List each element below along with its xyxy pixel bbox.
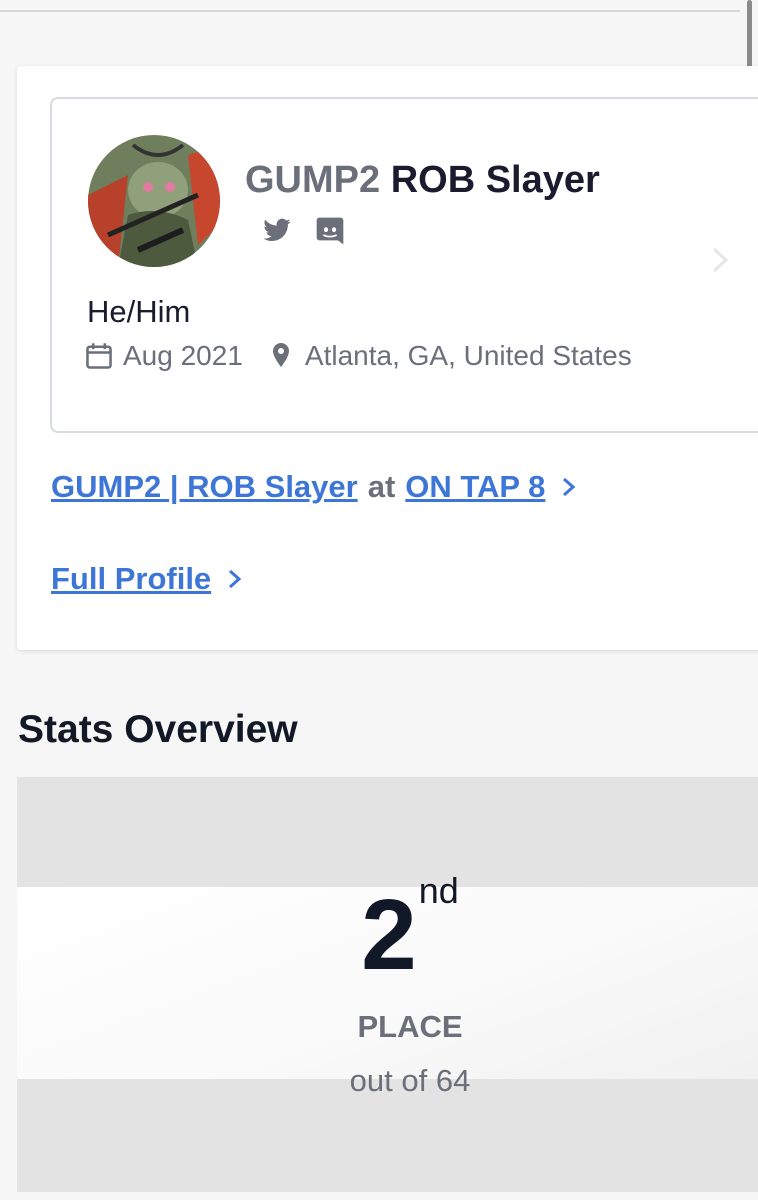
pronouns: He/Him bbox=[87, 294, 191, 329]
chevron-right-icon bbox=[712, 247, 729, 273]
chevron-right-icon bbox=[229, 569, 242, 589]
calendar-icon bbox=[86, 343, 112, 369]
player-card[interactable]: GUMP2 ROB Slayer He/Him Aug 2021 Atlanta… bbox=[50, 97, 758, 433]
location: Atlanta, GA, United States bbox=[304, 340, 632, 371]
placement-suffix: nd bbox=[418, 870, 459, 911]
full-profile-link-row[interactable]: Full Profile bbox=[51, 561, 245, 597]
tournament-link-row[interactable]: GUMP2 | ROB Slayer at ON TAP 8 bbox=[51, 469, 579, 505]
stats-overview-title: Stats Overview bbox=[18, 708, 298, 751]
profile-card: GUMP2 ROB Slayer He/Him Aug 2021 Atlanta… bbox=[17, 66, 758, 650]
placement-out-of: out of 64 bbox=[349, 1063, 471, 1098]
player-entry-link[interactable]: GUMP2 | ROB Slayer bbox=[51, 469, 358, 505]
twitter-icon[interactable] bbox=[262, 215, 294, 247]
event-link[interactable]: ON TAP 8 bbox=[405, 469, 545, 505]
player-name: GUMP2 ROB Slayer bbox=[245, 159, 600, 202]
sponsor-prefix: GUMP2 bbox=[245, 159, 381, 201]
top-divider bbox=[0, 10, 740, 12]
profile-meta: Aug 2021 Atlanta, GA, United States bbox=[85, 340, 632, 372]
gamertag: ROB Slayer bbox=[390, 159, 600, 201]
location-pin-icon bbox=[272, 343, 289, 367]
placement-number: 2nd bbox=[17, 873, 758, 986]
placement-value: 2 bbox=[361, 879, 417, 991]
chevron-right-icon bbox=[563, 477, 576, 497]
placement-card[interactable]: 2nd PLACE out of 64 bbox=[17, 777, 758, 1192]
join-date: Aug 2021 bbox=[123, 340, 243, 371]
full-profile-link[interactable]: Full Profile bbox=[51, 561, 211, 597]
placement-label: PLACE bbox=[357, 1009, 463, 1044]
social-links bbox=[262, 215, 346, 247]
link-connector: at bbox=[367, 469, 396, 504]
avatar bbox=[88, 135, 220, 267]
discord-icon[interactable] bbox=[314, 215, 346, 247]
